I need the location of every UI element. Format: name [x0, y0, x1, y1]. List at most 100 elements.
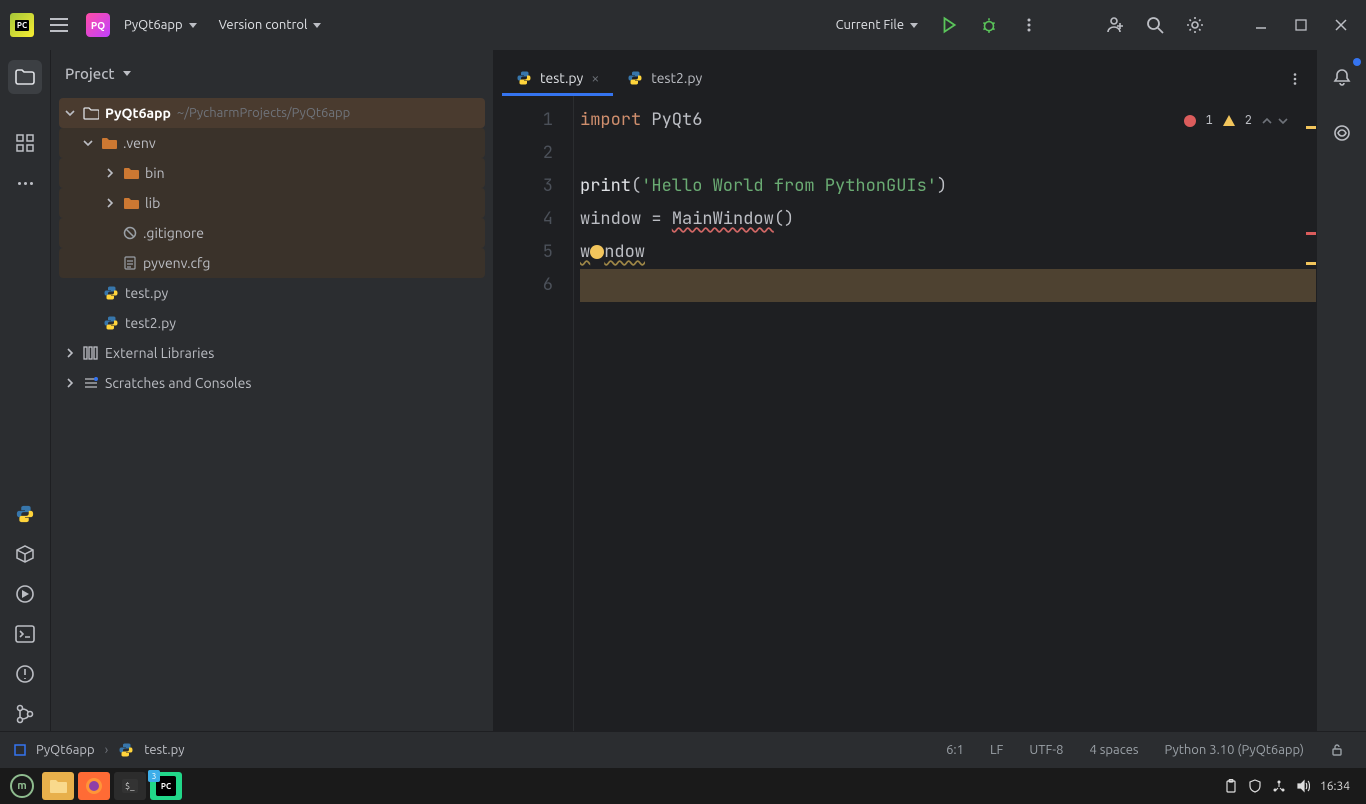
taskbar-firefox[interactable]: [78, 772, 110, 800]
folder-icon: [101, 136, 117, 150]
structure-tool-button[interactable]: [8, 126, 42, 160]
t: MainWindow: [672, 208, 774, 230]
tree-bin[interactable]: bin: [59, 158, 485, 188]
tree-gitignore[interactable]: .gitignore: [59, 218, 485, 248]
clipboard-icon[interactable]: [1224, 779, 1238, 793]
line-num: 1: [494, 104, 553, 137]
tab-test2[interactable]: test2.py: [613, 60, 716, 96]
debug-button[interactable]: [972, 8, 1006, 42]
code[interactable]: import PyQt6 print('Hello World from Pyt…: [574, 96, 1316, 731]
python-packages-button[interactable]: [8, 537, 42, 571]
t: 'Hello World from PythonGUIs': [641, 175, 937, 197]
warning-icon: [1223, 115, 1235, 126]
shield-icon[interactable]: [1248, 779, 1262, 793]
vcs-menu[interactable]: Version control: [211, 14, 330, 36]
taskbar-terminal[interactable]: $_: [114, 772, 146, 800]
mint-logo-icon: m: [10, 774, 34, 798]
taskbar-pycharm[interactable]: PC 3: [150, 772, 182, 800]
tree-test2py[interactable]: test2.py: [59, 308, 485, 338]
python-file-icon: [103, 315, 119, 331]
more-actions-button[interactable]: [1012, 8, 1046, 42]
run-config-selector[interactable]: Current File: [828, 14, 926, 36]
main-area: Project PyQt6app ~/PycharmProjects/PyQt6…: [0, 50, 1366, 731]
tree-external-libs[interactable]: External Libraries: [59, 338, 485, 368]
folder-icon: [123, 196, 139, 210]
inspection-widget[interactable]: 1 2: [1184, 104, 1288, 137]
clock[interactable]: 16:34: [1320, 780, 1350, 793]
project-tool-button[interactable]: [8, 60, 42, 94]
tab-test-label: test.py: [540, 70, 583, 86]
more-tools-button[interactable]: [8, 166, 42, 200]
os-taskbar: m $_ PC 3 16:34: [0, 768, 1366, 804]
tree-testpy[interactable]: test.py: [59, 278, 485, 308]
chevron-down-icon: [910, 23, 918, 28]
tree-external-label: External Libraries: [105, 345, 214, 361]
tab-close-button[interactable]: ×: [591, 70, 599, 86]
tab-test2-label: test2.py: [651, 70, 702, 86]
network-icon[interactable]: [1272, 779, 1286, 793]
line-num: 2: [494, 137, 553, 170]
line-num: 3: [494, 170, 553, 203]
t: import: [580, 109, 641, 131]
editor-tabs: test.py × test2.py: [494, 50, 1316, 96]
ignore-icon: [123, 226, 137, 240]
readonly-toggle[interactable]: [1322, 743, 1352, 757]
run-config-label: Current File: [836, 18, 904, 32]
tabs-menu-button[interactable]: [1274, 62, 1316, 96]
cursor-position[interactable]: 6:1: [938, 743, 972, 757]
editor[interactable]: 1 2 3 4 5 6 import PyQt6 print('Hello Wo…: [494, 96, 1316, 731]
problems-button[interactable]: [8, 657, 42, 691]
file-icon: [123, 256, 137, 270]
tab-test[interactable]: test.py ×: [502, 60, 613, 96]
interpreter[interactable]: Python 3.10 (PyQt6app): [1157, 743, 1312, 757]
line-separator[interactable]: LF: [982, 743, 1011, 757]
file-encoding[interactable]: UTF-8: [1021, 743, 1071, 757]
project-selector[interactable]: PyQt6app: [116, 14, 205, 36]
window-minimize-button[interactable]: [1244, 8, 1278, 42]
right-toolbar: [1316, 50, 1366, 731]
tree-scratches[interactable]: Scratches and Consoles: [59, 368, 485, 398]
line-num: 6: [494, 269, 553, 302]
project-panel-header[interactable]: Project: [51, 50, 493, 96]
tree-venv-label: .venv: [123, 135, 156, 151]
main-menu-button[interactable]: [42, 8, 76, 42]
python-file-icon: [118, 742, 134, 758]
tree-root[interactable]: PyQt6app ~/PycharmProjects/PyQt6app: [59, 98, 485, 128]
code-with-me-button[interactable]: [1098, 8, 1132, 42]
module-icon: [14, 744, 26, 756]
project-panel: Project PyQt6app ~/PycharmProjects/PyQt6…: [50, 50, 494, 731]
volume-icon[interactable]: [1296, 779, 1310, 793]
vcs-tool-button[interactable]: [8, 697, 42, 731]
window-maximize-button[interactable]: [1284, 8, 1318, 42]
taskbar-files[interactable]: [42, 772, 74, 800]
services-button[interactable]: [8, 577, 42, 611]
tree-root-label: PyQt6app: [105, 105, 171, 121]
python-file-icon: [516, 70, 532, 86]
titlebar: PC PQ PyQt6app Version control Current F…: [0, 0, 1366, 50]
tree-venv[interactable]: .venv: [59, 128, 485, 158]
error-stripe[interactable]: [1304, 104, 1316, 731]
chevron-down-icon: [313, 23, 321, 28]
tree-lib[interactable]: lib: [59, 188, 485, 218]
breadcrumb-project[interactable]: PyQt6app: [36, 743, 95, 757]
settings-button[interactable]: [1178, 8, 1212, 42]
inspection-nav[interactable]: [1262, 116, 1288, 126]
ai-assistant-button[interactable]: [1325, 116, 1359, 150]
indent-setting[interactable]: 4 spaces: [1081, 743, 1146, 757]
python-console-button[interactable]: [8, 497, 42, 531]
terminal-button[interactable]: [8, 617, 42, 651]
run-button[interactable]: [932, 8, 966, 42]
notifications-button[interactable]: [1325, 60, 1359, 94]
tree-pyvenv[interactable]: pyvenv.cfg: [59, 248, 485, 278]
t: window =: [580, 208, 672, 230]
project-panel-title: Project: [65, 65, 115, 82]
line-num: 4: [494, 203, 553, 236]
t: w: [580, 241, 590, 263]
breadcrumb-file[interactable]: test.py: [144, 743, 184, 757]
lightbulb-icon[interactable]: [590, 245, 604, 259]
folder-icon: [83, 106, 99, 120]
t: (: [631, 175, 641, 197]
search-button[interactable]: [1138, 8, 1172, 42]
window-close-button[interactable]: [1324, 8, 1358, 42]
start-menu-button[interactable]: m: [6, 772, 38, 800]
